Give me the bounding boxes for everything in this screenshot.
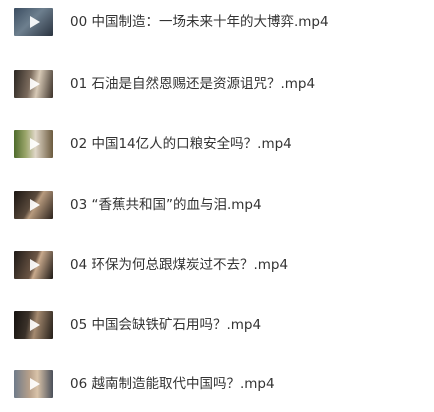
video-file-name[interactable]: 02 中国14亿人的口粮安全吗？.mp4 xyxy=(70,134,292,154)
video-file-item[interactable]: 02 中国14亿人的口粮安全吗？.mp4 xyxy=(0,124,434,164)
video-file-name[interactable]: 05 中国会缺铁矿石用吗？.mp4 xyxy=(70,315,261,335)
video-file-item[interactable]: 00 中国制造：一场未来十年的大博弈.mp4 xyxy=(0,2,434,42)
video-file-name[interactable]: 00 中国制造：一场未来十年的大博弈.mp4 xyxy=(70,12,329,32)
video-thumbnail[interactable] xyxy=(14,130,53,158)
play-icon xyxy=(29,199,40,211)
video-file-name[interactable]: 04 环保为何总跟煤炭过不去？.mp4 xyxy=(70,255,288,275)
video-thumbnail[interactable] xyxy=(14,370,53,398)
video-file-item[interactable]: 03 “香蕉共和国”的血与泪.mp4 xyxy=(0,185,434,225)
video-file-list: 00 中国制造：一场未来十年的大博弈.mp4 01 石油是自然恩赐还是资源诅咒？… xyxy=(0,0,434,412)
video-file-item[interactable]: 01 石油是自然恩赐还是资源诅咒？.mp4 xyxy=(0,64,434,104)
video-file-item[interactable]: 04 环保为何总跟煤炭过不去？.mp4 xyxy=(0,245,434,285)
play-icon xyxy=(29,138,40,150)
play-icon xyxy=(29,16,40,28)
video-file-name[interactable]: 01 石油是自然恩赐还是资源诅咒？.mp4 xyxy=(70,74,315,94)
video-file-item[interactable]: 06 越南制造能取代中国吗？.mp4 xyxy=(0,364,434,404)
video-file-item[interactable]: 05 中国会缺铁矿石用吗？.mp4 xyxy=(0,305,434,345)
play-icon xyxy=(29,259,40,271)
video-thumbnail[interactable] xyxy=(14,8,53,36)
video-thumbnail[interactable] xyxy=(14,311,53,339)
play-icon xyxy=(29,319,40,331)
video-thumbnail[interactable] xyxy=(14,251,53,279)
video-file-name[interactable]: 03 “香蕉共和国”的血与泪.mp4 xyxy=(70,195,262,215)
video-thumbnail[interactable] xyxy=(14,70,53,98)
video-file-name[interactable]: 06 越南制造能取代中国吗？.mp4 xyxy=(70,374,275,394)
play-icon xyxy=(29,378,40,390)
play-icon xyxy=(29,78,40,90)
video-thumbnail[interactable] xyxy=(14,191,53,219)
